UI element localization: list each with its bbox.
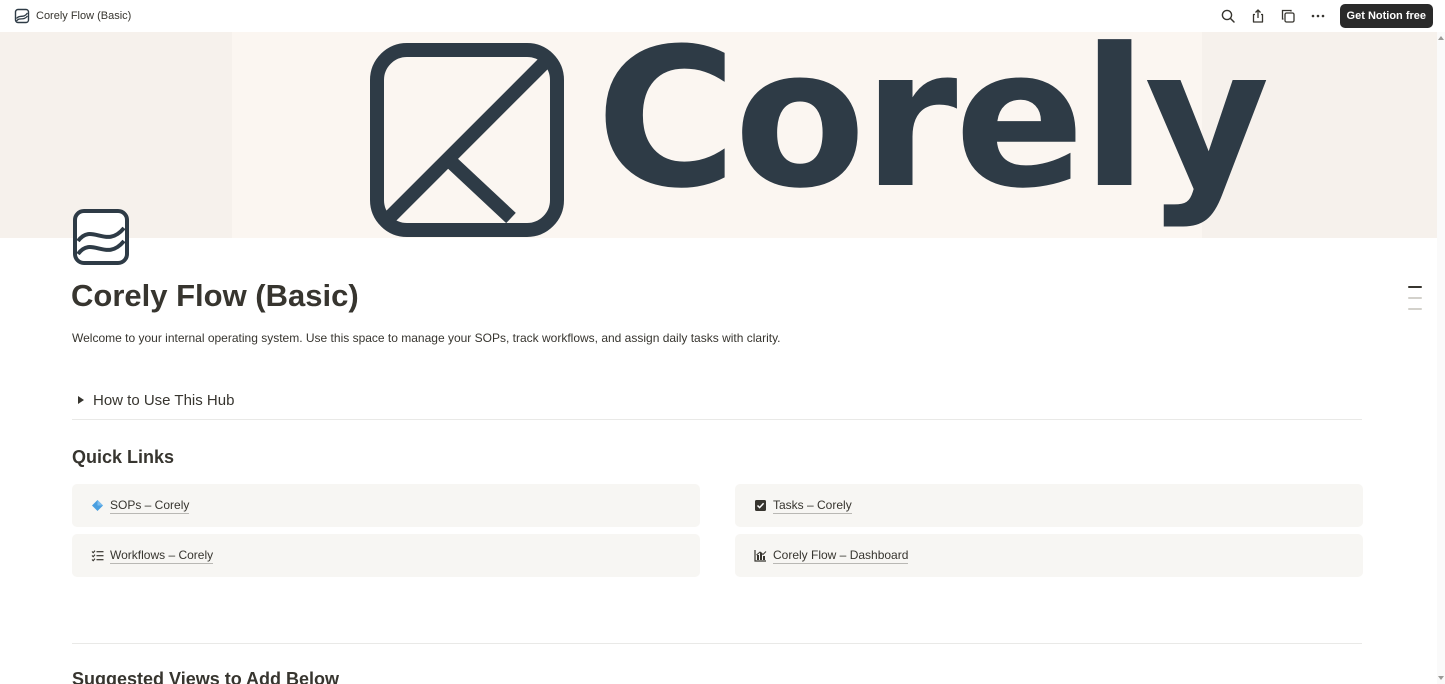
- scroll-down-icon[interactable]: [1438, 676, 1444, 680]
- table-of-contents-minimap[interactable]: [1408, 286, 1422, 319]
- duplicate-icon: [1281, 9, 1295, 23]
- quick-link-workflows[interactable]: Workflows – Corely: [72, 534, 700, 577]
- intro-text: Welcome to your internal operating syste…: [72, 331, 781, 345]
- share-icon: [1252, 9, 1263, 23]
- corely-logo-icon: [370, 43, 564, 237]
- quick-link-dashboard[interactable]: Corely Flow – Dashboard: [735, 534, 1363, 577]
- page-title[interactable]: Corely Flow (Basic): [71, 278, 359, 314]
- scrollbar[interactable]: [1437, 32, 1445, 684]
- cover-brand-word: Corely: [596, 32, 1270, 231]
- get-notion-free-button[interactable]: Get Notion free: [1339, 4, 1433, 28]
- divider: [72, 419, 1362, 420]
- toc-line: [1408, 297, 1422, 299]
- checklist-icon: [91, 549, 104, 562]
- breadcrumb[interactable]: Corely Flow (Basic): [12, 4, 133, 28]
- divider: [72, 643, 1362, 644]
- more-button[interactable]: [1306, 4, 1330, 28]
- quick-link-label[interactable]: Tasks – Corely: [773, 498, 852, 514]
- toggle-caret-icon[interactable]: [78, 396, 84, 404]
- scroll-up-icon[interactable]: [1438, 36, 1444, 40]
- breadcrumb-title: Corely Flow (Basic): [36, 10, 132, 22]
- topbar: Corely Flow (Basic) Get Notion free: [0, 0, 1445, 32]
- toc-line: [1408, 308, 1422, 310]
- quick-link-label[interactable]: Corely Flow – Dashboard: [773, 548, 909, 564]
- page-cover[interactable]: Corely: [0, 32, 1437, 238]
- diamond-icon: [91, 499, 104, 512]
- search-icon: [1221, 9, 1235, 23]
- quick-link-label[interactable]: SOPs – Corely: [110, 498, 190, 514]
- more-icon: [1311, 14, 1324, 18]
- share-button[interactable]: [1246, 4, 1270, 28]
- checkbox-icon: [754, 499, 767, 512]
- quick-link-sops[interactable]: SOPs – Corely: [72, 484, 700, 527]
- quick-link-label[interactable]: Workflows – Corely: [110, 548, 214, 564]
- quick-link-tasks[interactable]: Tasks – Corely: [735, 484, 1363, 527]
- search-button[interactable]: [1216, 4, 1240, 28]
- page-logo-icon: [14, 8, 30, 24]
- toggle-label: How to Use This Hub: [93, 391, 235, 409]
- toc-line: [1408, 286, 1422, 288]
- page-icon[interactable]: [72, 208, 130, 266]
- toggle-how-to-use[interactable]: How to Use This Hub: [72, 389, 234, 411]
- chart-icon: [754, 549, 767, 562]
- suggested-views-heading: Suggested Views to Add Below: [72, 669, 340, 684]
- duplicate-button[interactable]: [1276, 4, 1300, 28]
- quick-links-heading: Quick Links: [72, 447, 175, 467]
